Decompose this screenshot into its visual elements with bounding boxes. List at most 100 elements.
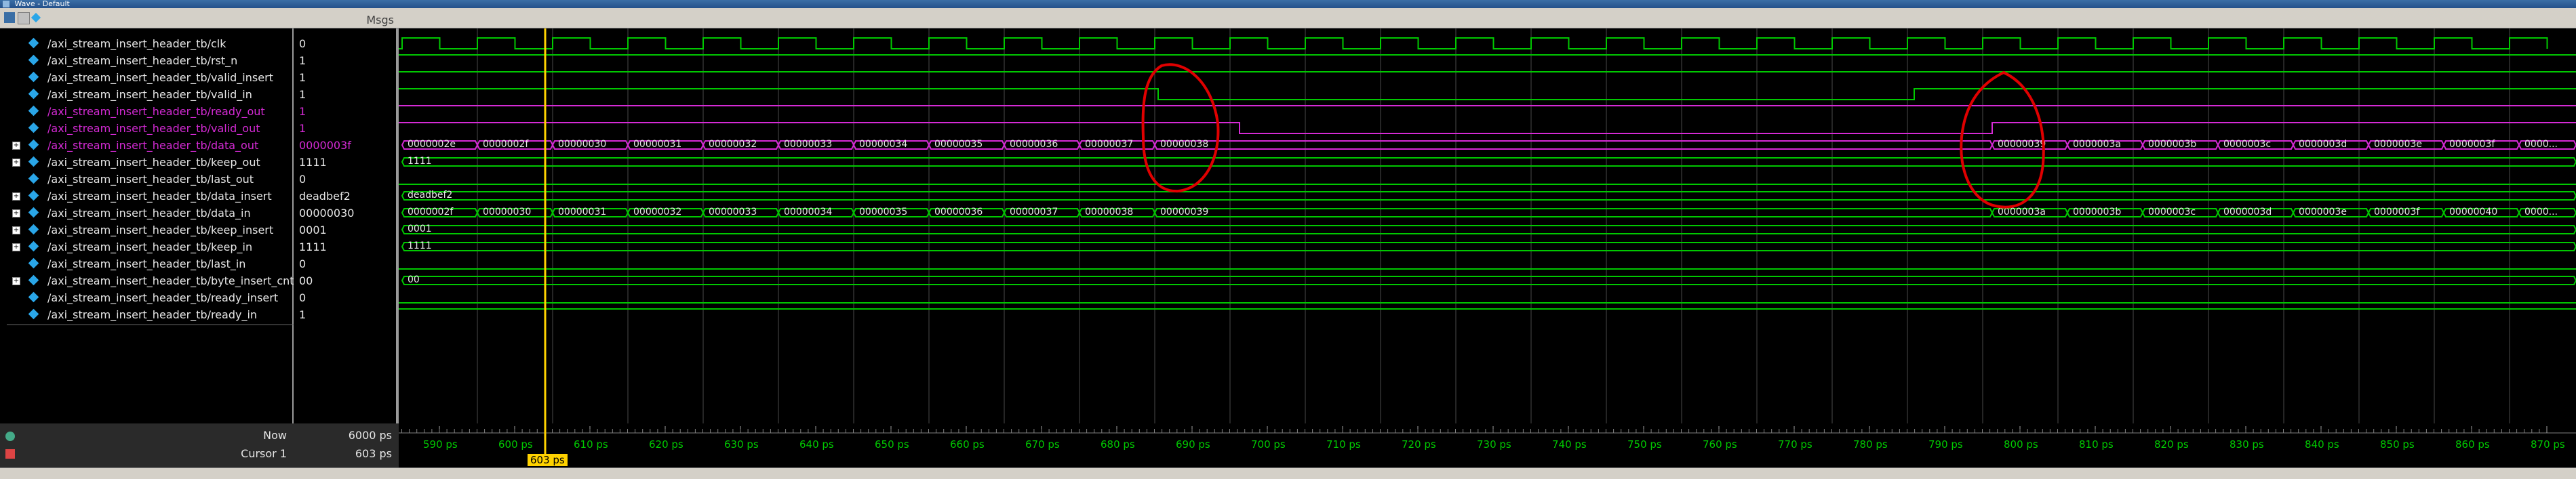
signal-row[interactable]: + /axi_stream_insert_header_tb/data_inser… [0,188,294,205]
signal-name: /axi_stream_insert_header_tb/keep_insert [47,224,274,236]
data-out-label: 00000033 [784,139,832,150]
signal-row[interactable]: + /axi_stream_insert_header_tb/data_out [0,137,294,154]
signal-row[interactable]: + /axi_stream_insert_header_tb/keep_out [0,154,294,171]
cursor-label[interactable]: Cursor 1 [241,447,287,460]
signal-name: /axi_stream_insert_header_tb/valid_out [47,122,260,135]
signal-row[interactable]: /axi_stream_insert_header_tb/valid_in [0,86,294,103]
expand-icon[interactable]: + [12,243,20,251]
signal-row[interactable]: /axi_stream_insert_header_tb/rst_n [0,52,294,69]
signal-row[interactable]: + /axi_stream_insert_header_tb/keep_in [0,238,294,255]
now-clock-icon[interactable] [5,432,15,441]
data-out-label: 00000034 [859,139,907,150]
status-bar [0,467,2576,477]
signal-name: /axi_stream_insert_header_tb/keep_out [47,156,260,169]
data-out-label: 00000036 [1010,139,1058,150]
signal-icon[interactable] [31,12,41,23]
dropdown-icon[interactable] [18,12,30,24]
data-in-label: 0000003c [2148,207,2196,217]
signal-icon [28,139,39,150]
ruler-tick-label: 790 ps [1928,438,1963,451]
ruler-tick-label: 760 ps [1703,438,1737,451]
signal-row[interactable]: /axi_stream_insert_header_tb/last_out [0,171,294,188]
signal-row[interactable]: /axi_stream_insert_header_tb/last_in [0,255,294,272]
data-out-label: 00000035 [934,139,983,150]
data-in-label: 00000039 [1160,207,1208,217]
ruler-tick-label: 710 ps [1326,438,1361,451]
ruler-tick-label: 610 ps [574,438,608,451]
signal-icon [28,54,39,66]
expand-icon[interactable]: + [12,192,20,201]
signal-row[interactable]: + /axi_stream_insert_header_tb/data_in [0,205,294,222]
signal-row[interactable]: /axi_stream_insert_header_tb/ready_inser… [0,289,294,306]
ruler-tick-label: 840 ps [2305,438,2339,451]
data-out-label: 00000037 [1085,139,1133,150]
data-out-label: 0000003e [2374,139,2422,150]
cursor-lock-icon[interactable] [5,449,15,459]
signal-row[interactable]: /axi_stream_insert_header_tb/ready_in [0,306,294,323]
signal-row[interactable]: /axi_stream_insert_header_tb/valid_inser… [0,69,294,86]
cursor-time-badge[interactable]: 603 ps [528,454,568,466]
signal-name: /axi_stream_insert_header_tb/byte_insert… [47,274,294,287]
keep-out-label: 1111 [408,156,432,167]
expand-icon[interactable]: + [12,277,20,285]
ruler-tick-label: 630 ps [724,438,759,451]
signal-value: 1111 [299,241,327,253]
data-in-label: 0000002f [408,207,454,217]
expand-icon[interactable]: + [12,142,20,150]
signal-name: /axi_stream_insert_header_tb/ready_in [47,308,258,321]
signal-row[interactable]: + /axi_stream_insert_header_tb/byte_inser… [0,272,294,289]
signal-values-pane: 0 1 1 1 1 1 0000003f 1111 0 deadbef2 00000030 0001 1… [294,28,399,423]
signal-value: deadbef2 [299,190,351,203]
wave-menu-icon[interactable] [4,12,15,23]
signal-icon [28,173,39,184]
ruler-tick-label: 660 ps [950,438,985,451]
signal-name: /axi_stream_insert_header_tb/last_in [47,257,246,270]
now-value: 6000 ps [348,429,392,442]
data-out-label: 0000002f [483,139,529,150]
signal-name: /axi_stream_insert_header_tb/valid_inser… [47,71,273,84]
data-in-label: 00000036 [934,207,983,217]
signal-value: 00 [299,274,313,287]
signal-row[interactable]: /axi_stream_insert_header_tb/clk [0,35,294,52]
signal-icon [28,308,39,320]
signal-value: 1111 [299,156,327,169]
data-in-label: 00000032 [633,207,681,217]
signal-name: /axi_stream_insert_header_tb/data_out [47,139,259,152]
waveform-pane[interactable]: 0000002e 0000002f 00000030 00000031 00000032… [399,28,2576,423]
ruler-tick-label: 820 ps [2154,438,2189,451]
signal-row[interactable]: /axi_stream_insert_header_tb/ready_out [0,103,294,120]
signal-row[interactable]: + /axi_stream_insert_header_tb/keep_inser… [0,222,294,238]
data-in-label: 00000038 [1085,207,1133,217]
title-bar: Wave - Default [0,0,2576,8]
signal-icon [28,88,39,100]
valid-in-wave [399,88,2576,100]
signal-icon [28,291,39,303]
data-in-label: 00000031 [558,207,606,217]
ruler-tick-label: 800 ps [2004,438,2038,451]
keep-out-segment [401,157,2576,167]
signal-row[interactable]: /axi_stream_insert_header_tb/valid_out [0,120,294,137]
signal-name: /axi_stream_insert_header_tb/keep_in [47,241,253,253]
expand-icon[interactable]: + [12,159,20,167]
data-out-segment [1153,140,1994,150]
ruler-tick-label: 750 ps [1627,438,1662,451]
waveform-canvas[interactable]: 0000002e 0000002f 00000030 00000031 00000032… [399,28,2576,423]
expand-icon[interactable]: + [12,209,20,217]
signal-names-pane: /axi_stream_insert_header_tb/clk/axi_str… [0,28,393,423]
ruler-tick-label: 870 ps [2531,438,2565,451]
ruler-tick-label: 810 ps [2079,438,2114,451]
wave-window-icon [3,1,9,7]
cursor-value: 603 ps [355,447,392,460]
expand-icon[interactable]: + [12,226,20,234]
ruler-tick-label: 680 ps [1101,438,1135,451]
data-in-label: 00000040 [2449,207,2497,217]
ruler-tick-label: 720 ps [1402,438,1436,451]
data-out-label: 0000002e [408,139,456,150]
data-in-segment [1153,208,1994,217]
data-in-label: 0000003f [2374,207,2420,217]
signal-icon [28,257,39,269]
ruler-tick-label: 830 ps [2230,438,2264,451]
data-insert-segment [401,191,2576,201]
signal-icon [28,224,39,235]
data-out-label: 0000003a [2073,139,2121,150]
